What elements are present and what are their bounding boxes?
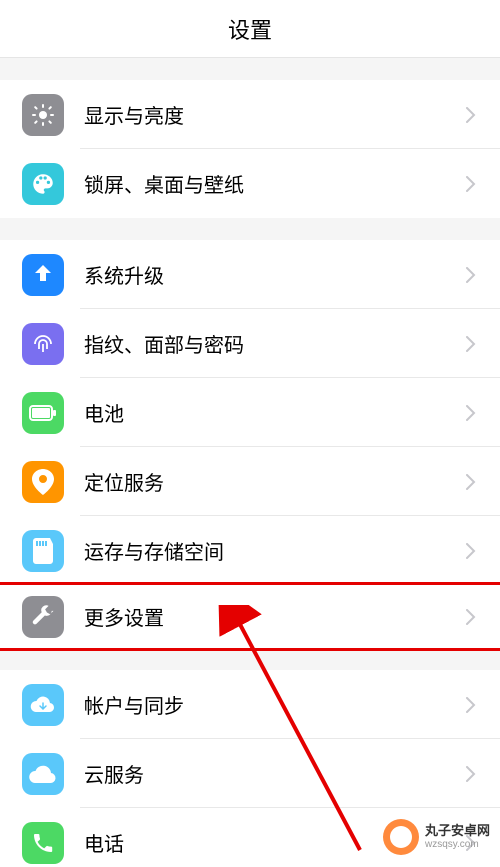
chevron-right-icon [466, 405, 476, 421]
row-location[interactable]: 定位服务 [0, 447, 500, 516]
row-label: 云服务 [84, 759, 466, 788]
row-label: 电池 [84, 398, 466, 427]
watermark: 丸子安卓网 wzsqsy.com [383, 819, 490, 855]
header-bar: 设置 [0, 0, 500, 58]
watermark-url: wzsqsy.com [425, 839, 490, 851]
chevron-right-icon [466, 107, 476, 123]
row-label: 显示与亮度 [84, 100, 466, 129]
fingerprint-icon [22, 323, 64, 365]
row-label: 更多设置 [84, 602, 466, 631]
row-label: 运存与存储空间 [84, 536, 466, 565]
row-wallpaper[interactable]: 锁屏、桌面与壁纸 [0, 149, 500, 218]
row-account-sync[interactable]: 帐户与同步 [0, 670, 500, 739]
row-label: 指纹、面部与密码 [84, 329, 466, 358]
row-label: 帐户与同步 [84, 690, 466, 719]
chevron-right-icon [466, 766, 476, 782]
row-label: 定位服务 [84, 467, 466, 496]
watermark-icon [383, 819, 419, 855]
watermark-name: 丸子安卓网 [425, 823, 490, 839]
battery-icon [22, 392, 64, 434]
location-icon [22, 461, 64, 503]
chevron-right-icon [466, 609, 476, 625]
phone-icon [22, 822, 64, 864]
page-title: 设置 [228, 13, 272, 45]
chevron-right-icon [466, 336, 476, 352]
wallpaper-icon [22, 163, 64, 205]
row-more-settings[interactable]: 更多设置 [0, 582, 500, 651]
row-label: 系统升级 [84, 260, 466, 289]
cloud-icon [22, 753, 64, 795]
chevron-right-icon [466, 267, 476, 283]
storage-icon [22, 530, 64, 572]
chevron-right-icon [466, 697, 476, 713]
settings-group: 系统升级 指纹、面部与密码 电池 定位服务 [0, 240, 500, 651]
settings-group: 显示与亮度 锁屏、桌面与壁纸 [0, 80, 500, 218]
wrench-icon [22, 596, 64, 638]
chevron-right-icon [466, 176, 476, 192]
row-cloud[interactable]: 云服务 [0, 739, 500, 808]
row-battery[interactable]: 电池 [0, 378, 500, 447]
row-brightness[interactable]: 显示与亮度 [0, 80, 500, 149]
row-label: 锁屏、桌面与壁纸 [84, 169, 466, 198]
row-storage[interactable]: 运存与存储空间 [0, 516, 500, 585]
row-fingerprint[interactable]: 指纹、面部与密码 [0, 309, 500, 378]
chevron-right-icon [466, 474, 476, 490]
settings-content: 显示与亮度 锁屏、桌面与壁纸 系统升级 指纹、面部与密码 [0, 58, 500, 867]
update-icon [22, 254, 64, 296]
brightness-icon [22, 94, 64, 136]
chevron-right-icon [466, 543, 476, 559]
account-sync-icon [22, 684, 64, 726]
row-system-update[interactable]: 系统升级 [0, 240, 500, 309]
